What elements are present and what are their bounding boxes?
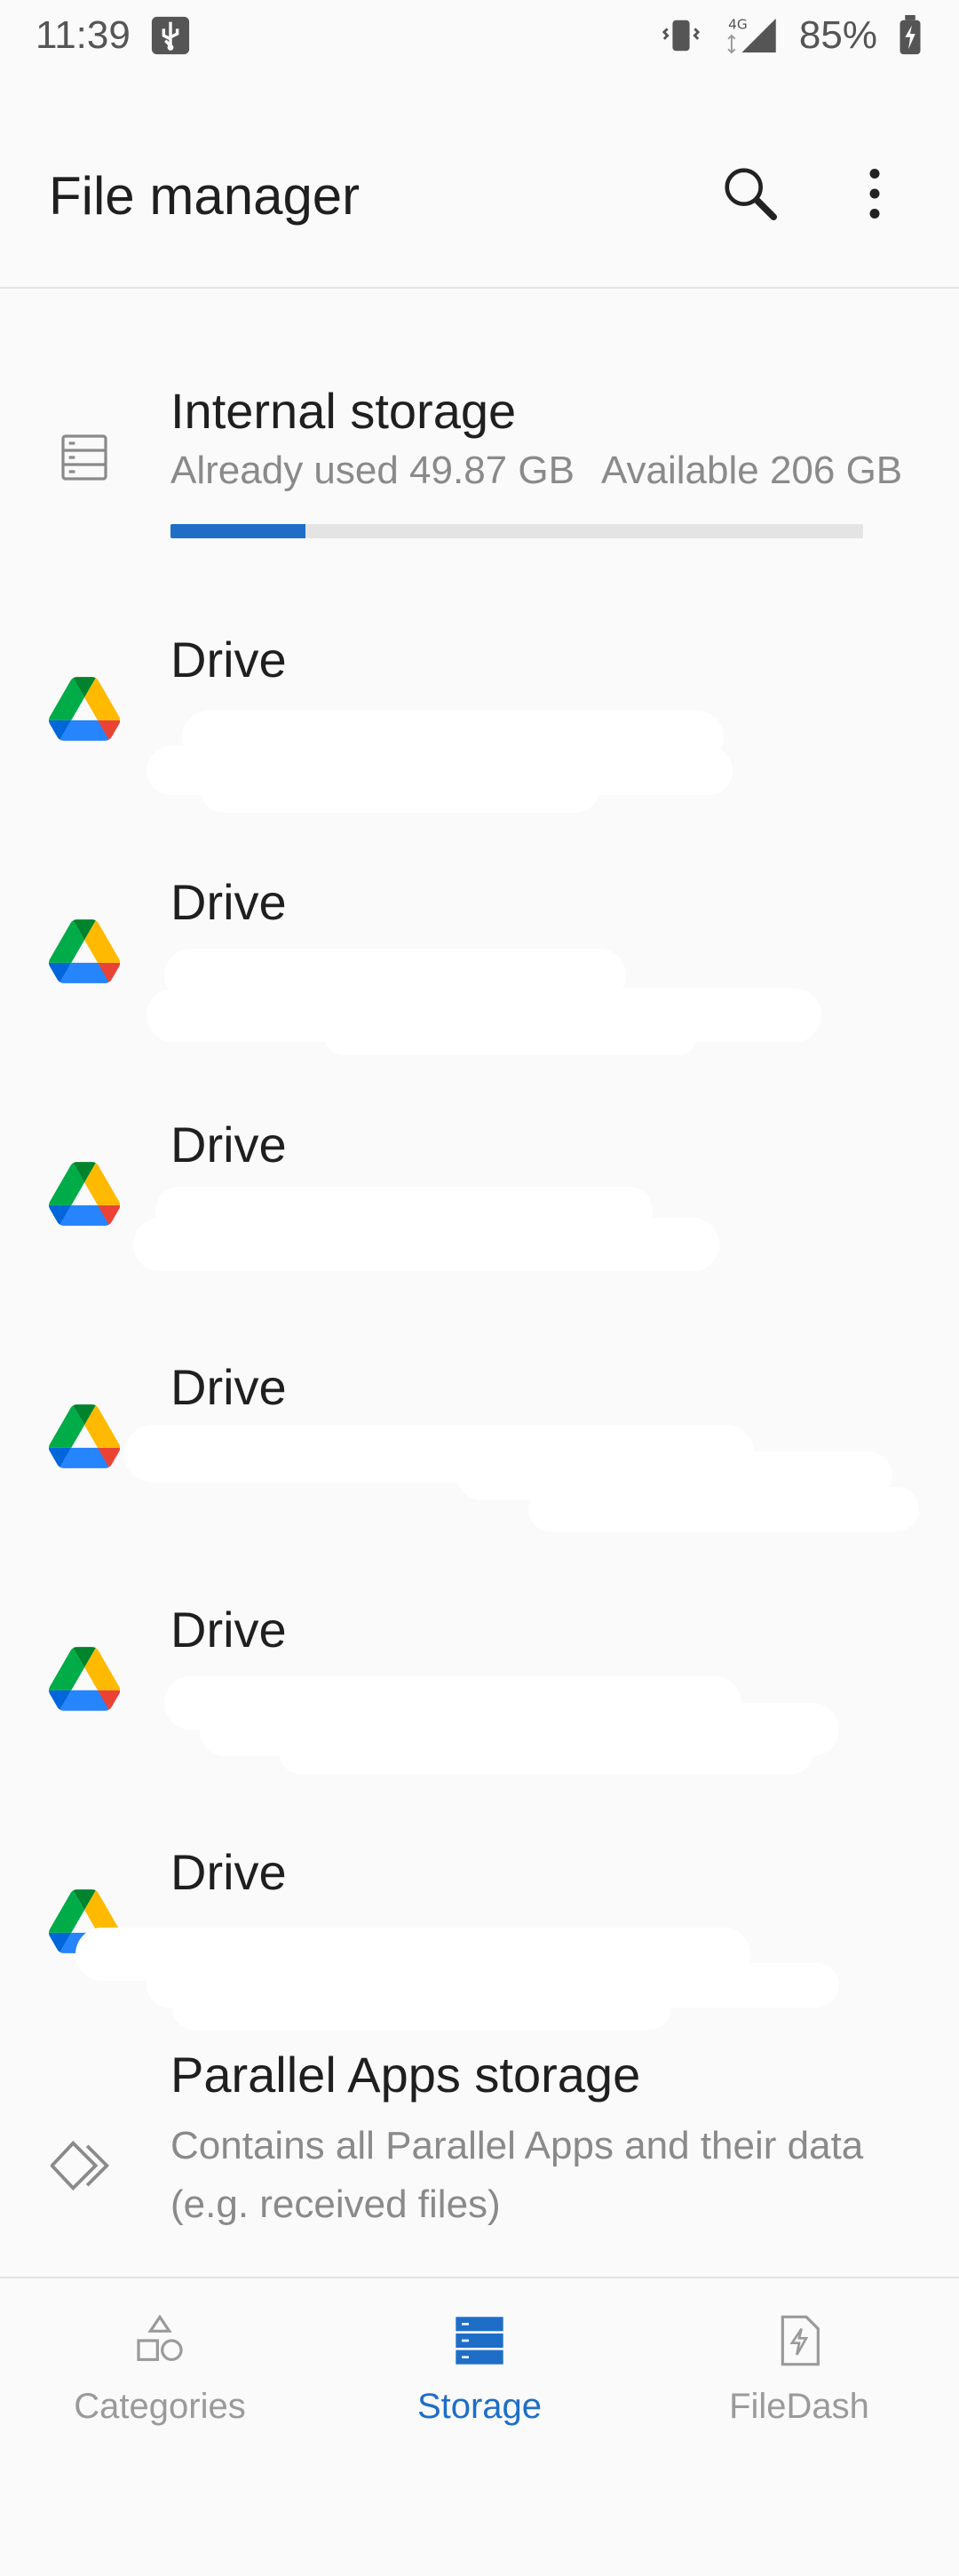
redacted-account	[124, 1425, 919, 1540]
redacted-account	[133, 1182, 724, 1298]
filedash-icon	[764, 2305, 835, 2376]
parallel-apps-storage-item[interactable]: Parallel Apps storage Contains all Paral…	[0, 2037, 959, 2303]
drive-title: Drive	[170, 1359, 287, 1415]
tab-filedash-label: FileDash	[729, 2387, 869, 2426]
storage-list: Internal storage Already used 49.87 GB Av…	[0, 289, 959, 2303]
signal-icon: 4G	[721, 15, 780, 56]
status-time: 11:39	[36, 13, 131, 57]
search-icon	[719, 163, 781, 229]
google-drive-icon	[49, 916, 120, 987]
internal-storage-item[interactable]: Internal storage Already used 49.87 GB Av…	[0, 289, 959, 582]
drive-item[interactable]: Drive	[0, 1794, 959, 2037]
tab-filedash[interactable]: FileDash	[639, 2278, 959, 2456]
redacted-account	[75, 1910, 839, 2030]
google-drive-icon	[49, 1401, 120, 1472]
vibrate-icon	[661, 15, 701, 56]
tab-categories-label: Categories	[74, 2387, 246, 2426]
used-space: Already used 49.87 GB	[170, 449, 575, 492]
drive-title: Drive	[170, 632, 287, 688]
drive-title: Drive	[170, 1844, 287, 1900]
categories-icon	[124, 2305, 195, 2376]
redacted-account	[147, 940, 821, 1055]
drive-item[interactable]: Drive	[0, 1067, 959, 1309]
status-bar: 11:39 4G 85%	[0, 0, 959, 71]
drive-item[interactable]: Drive	[0, 582, 959, 824]
parallel-apps-icon	[49, 2130, 120, 2201]
storage-icon	[49, 422, 120, 493]
page-title: File manager	[49, 165, 361, 226]
redacted-account	[147, 1667, 839, 1783]
internal-storage-usage: Already used 49.87 GB Available 206 GB	[170, 449, 902, 493]
tab-storage-label: Storage	[416, 2387, 543, 2426]
more-options-button[interactable]	[839, 160, 910, 231]
bottom-navigation: Categories Storage FileDash	[0, 2278, 959, 2456]
tab-categories[interactable]: Categories	[0, 2278, 320, 2456]
drive-item[interactable]: Drive	[0, 1309, 959, 1552]
storage-progress-bar	[170, 524, 863, 538]
drive-title: Drive	[170, 1602, 287, 1658]
search-button[interactable]	[715, 160, 786, 231]
google-drive-icon	[49, 673, 120, 744]
drive-title: Drive	[170, 1117, 287, 1173]
parallel-apps-subtitle: Contains all Parallel Apps and their dat…	[170, 2124, 864, 2226]
available-space: Available 206 GB	[600, 449, 903, 492]
network-type: 4G	[728, 16, 748, 32]
drive-item[interactable]: Drive	[0, 824, 959, 1067]
parallel-apps-title: Parallel Apps storage	[170, 2047, 641, 2103]
drive-title: Drive	[170, 874, 287, 930]
storage-progress-fill	[170, 524, 306, 538]
google-drive-icon	[49, 1643, 120, 1714]
more-vert-icon	[866, 167, 884, 225]
google-drive-icon	[49, 1158, 120, 1229]
battery-charging-icon	[897, 15, 923, 56]
storage-stack-icon	[444, 2305, 515, 2376]
app-bar: File manager	[0, 124, 959, 266]
internal-storage-title: Internal storage	[170, 383, 517, 439]
drive-item[interactable]: Drive	[0, 1552, 959, 1794]
battery-level: 85%	[798, 13, 877, 57]
tab-storage[interactable]: Storage	[320, 2278, 639, 2456]
redacted-account	[147, 697, 733, 813]
usb-icon	[150, 15, 191, 56]
